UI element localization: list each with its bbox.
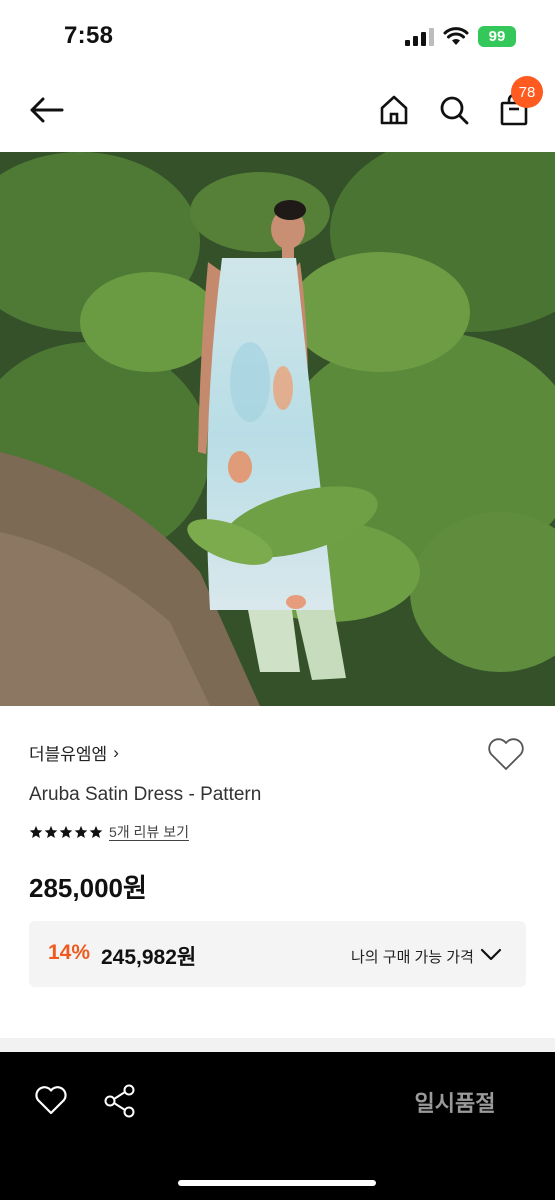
status-time: 7:58 bbox=[64, 22, 114, 49]
rating-row: 5개 리뷰 보기 bbox=[29, 822, 189, 842]
star-icon bbox=[44, 825, 58, 839]
share-button[interactable] bbox=[103, 1084, 137, 1118]
battery-indicator: 99 bbox=[478, 26, 516, 47]
my-price-label: 나의 구매 가능 가격 bbox=[351, 949, 474, 966]
cart-count-badge: 78 bbox=[511, 76, 543, 108]
my-price-panel[interactable]: 14% 245,982원 나의 구매 가능 가격 bbox=[29, 921, 526, 987]
home-indicator bbox=[178, 1180, 376, 1186]
brand-name: 더블유엠엠 bbox=[29, 745, 108, 764]
wishlist-button[interactable] bbox=[486, 735, 526, 773]
brand-link[interactable]: 더블유엠엠 › bbox=[29, 740, 119, 765]
chevron-right-icon: › bbox=[113, 742, 119, 762]
star-icon bbox=[29, 825, 43, 839]
section-divider bbox=[0, 1038, 555, 1052]
wifi-icon bbox=[443, 27, 469, 45]
cellular-signal-icon bbox=[405, 28, 434, 46]
sold-out-button[interactable]: 일시품절 bbox=[390, 1082, 520, 1122]
bottom-wishlist-button[interactable] bbox=[34, 1084, 68, 1116]
share-icon bbox=[104, 1084, 135, 1118]
search-icon bbox=[440, 96, 469, 125]
chevron-down-icon[interactable] bbox=[480, 945, 502, 963]
star-icon bbox=[59, 825, 73, 839]
product-name: Aruba Satin Dress - Pattern bbox=[29, 784, 262, 805]
home-button[interactable] bbox=[374, 90, 414, 130]
top-navigation bbox=[0, 72, 555, 152]
product-photo bbox=[0, 152, 555, 706]
product-price: 285,000원 bbox=[29, 873, 147, 903]
search-button[interactable] bbox=[434, 90, 474, 130]
review-link[interactable]: 5개 리뷰 보기 bbox=[109, 822, 189, 842]
discount-rate: 14% bbox=[48, 941, 91, 964]
star-icon bbox=[89, 825, 103, 839]
product-image[interactable] bbox=[0, 152, 555, 706]
bottom-action-bar: 일시품절 bbox=[0, 1052, 555, 1200]
status-bar: 7:58 99 bbox=[0, 0, 555, 72]
discount-price: 245,982원 bbox=[101, 946, 197, 969]
heart-icon bbox=[35, 1086, 67, 1115]
back-button[interactable] bbox=[24, 90, 68, 130]
heart-outline-icon bbox=[488, 738, 524, 770]
star-icon bbox=[74, 825, 88, 839]
battery-level: 99 bbox=[488, 28, 506, 45]
home-icon bbox=[380, 95, 408, 125]
rating-stars bbox=[29, 825, 103, 839]
arrow-left-icon bbox=[30, 97, 64, 123]
